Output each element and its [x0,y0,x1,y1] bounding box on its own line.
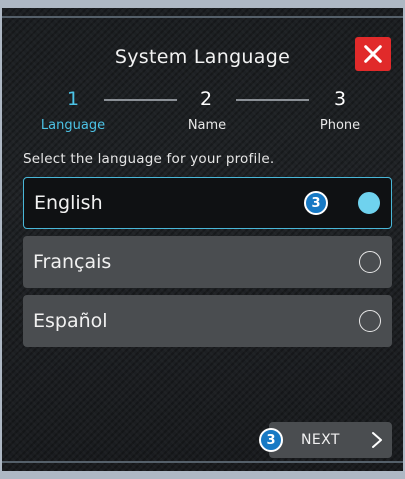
close-button[interactable] [355,37,391,71]
chevron-right-icon [372,432,382,448]
step-1-label: Language [40,118,106,133]
step-2-label: Name [187,118,227,133]
radio-selected-icon[interactable] [358,192,380,214]
next-button[interactable]: NEXT [269,422,392,458]
step-3-number: 3 [333,88,347,110]
language-option-francais[interactable]: Français [23,236,392,288]
callout-badge-english: 3 [304,191,328,215]
step-connector-1 [104,99,177,101]
language-option-english[interactable]: English [23,177,392,229]
step-2-number: 2 [199,88,213,110]
instruction-text: Select the language for your profile. [23,151,275,167]
bottom-divider [2,461,403,463]
next-button-label: NEXT [301,432,340,448]
callout-badge-next: 3 [259,428,283,452]
step-3-label: Phone [319,118,361,133]
top-divider [2,16,403,18]
language-option-espanol[interactable]: Español [23,295,392,347]
radio-unselected-icon[interactable] [359,251,381,273]
close-icon [364,45,382,63]
page-title: System Language [114,46,291,68]
step-connector-2 [236,99,309,101]
step-1-number: 1 [66,88,80,110]
language-option-label: English [34,192,103,214]
radio-unselected-icon[interactable] [359,310,381,332]
language-option-label: Français [33,251,112,273]
language-option-label: Español [33,310,108,332]
